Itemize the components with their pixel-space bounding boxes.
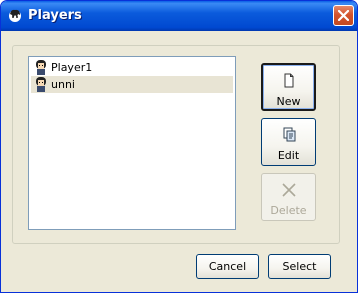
edit-button[interactable]: Edit: [261, 118, 316, 166]
player-avatar-icon: [36, 60, 46, 75]
close-icon: [338, 10, 349, 21]
new-button[interactable]: New: [261, 63, 316, 111]
close-button[interactable]: [333, 5, 354, 26]
delete-button-label: Delete: [270, 204, 307, 217]
delete-x-icon: [281, 183, 296, 197]
select-button[interactable]: Select: [268, 254, 331, 279]
delete-button[interactable]: Delete: [261, 173, 316, 221]
cancel-button[interactable]: Cancel: [196, 254, 259, 279]
edit-icon: [283, 127, 295, 142]
window-title: Players: [28, 8, 82, 23]
edit-button-label: Edit: [277, 149, 300, 162]
players-dialog: Players Player1 unni New Edit Delete Can…: [0, 0, 358, 293]
new-document-icon: [284, 73, 293, 88]
players-list[interactable]: Player1 unni: [28, 56, 236, 230]
player-avatar-icon: [36, 77, 46, 92]
player-name: Player1: [51, 61, 93, 74]
player-name: unni: [51, 78, 75, 91]
list-item-player[interactable]: Player1: [31, 59, 233, 76]
new-button-label: New: [276, 95, 301, 108]
title-bar[interactable]: Players: [1, 1, 357, 31]
app-icon: [9, 9, 21, 22]
cancel-button-label: Cancel: [208, 260, 247, 273]
list-item-player-selected[interactable]: unni: [31, 76, 233, 93]
select-button-label: Select: [282, 260, 317, 273]
